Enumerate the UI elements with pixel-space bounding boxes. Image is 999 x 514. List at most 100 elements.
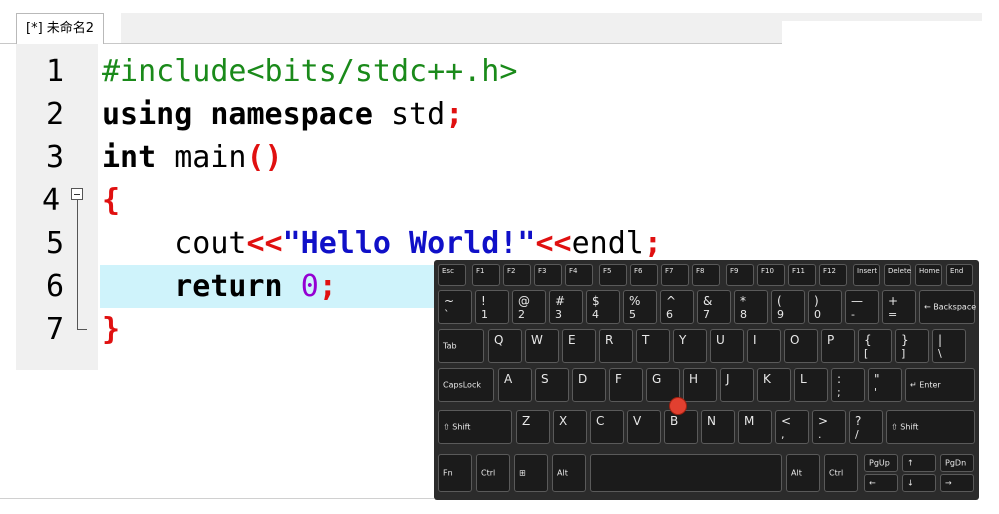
key--: — - [845,290,879,324]
key-b: B [664,410,698,444]
identifier: std [372,97,446,132]
operator: << [246,226,283,261]
key-shift-label: ? [855,414,862,428]
key-label: P [827,333,835,347]
key-label: M [744,414,755,428]
key-label: U [716,333,725,347]
key-label: PgUp [869,458,890,468]
tab-bar-extension [782,13,982,21]
key-f11: F11 [788,264,816,286]
key-shift-label: " [874,372,880,386]
key-capslock: CapsLock [438,368,494,402]
key-f: F [609,368,643,402]
key-7: & 7 [697,290,731,324]
key-shift-label: ( [777,294,782,308]
key-label: 9 [777,308,784,321]
key-label: Tab [443,341,457,351]
key-shift-label: ) [814,294,819,308]
key-shift-label: : [837,372,842,386]
key-f8: F8 [692,264,720,286]
key-label: Z [522,414,531,428]
key-shift-label: | [938,333,943,347]
key-label: X [559,414,568,428]
key-arrow-right: → [940,474,974,492]
keyboard-image: Esc F1 F2 F3 F4 F5 F6 F7 F8 F9 F10 F11 F12 Insert Dele… [434,260,979,500]
key-f9: F9 [726,264,754,286]
code-line-7: } [102,312,120,347]
line-number: 7 [45,312,64,347]
key-label: R [605,333,614,347]
key-label: C [596,414,605,428]
key-symbol: " ' [868,368,902,402]
key-label: 0 [814,308,821,321]
line-number: 3 [45,140,64,175]
key-label: Q [494,333,504,347]
key-symbol: :; [831,368,865,402]
key-label: Ctrl [829,468,844,478]
key-e: E [562,329,596,363]
key-shift-label: * [740,294,746,308]
key-ctrl: Ctrl [476,454,510,492]
key-label: H [689,372,699,386]
key-label: ` [444,308,450,321]
key-backspace: ← Backspace [919,290,977,324]
key-arrow-left: ← [864,474,898,492]
identifier: cout [102,226,247,261]
string-literal: "Hello World!" [282,226,536,261]
code-line-5: cout<<"Hello World!"<<endl; [102,226,662,261]
key-f5: F5 [599,264,627,286]
key-label: 1 [481,308,488,321]
key-label: I [753,333,757,347]
key-label: ⇧ Shift [443,422,471,432]
fold-end-marker [77,329,87,330]
windows-icon: ⊞ [519,468,526,478]
key-z: Z [516,410,550,444]
key-6: ^ 6 [660,290,694,324]
key-k: K [757,368,791,402]
file-tab[interactable]: [*] 未命名2 [16,13,105,44]
key-shift-label: $ [592,294,600,308]
key-label: F3 [538,267,547,275]
code-line-3: int main() [102,140,283,175]
line-number: 4 [41,183,60,218]
key-h: H [683,368,717,402]
key-f3: F3 [534,264,562,286]
key-symbol: {[ [858,329,892,363]
semicolon: ; [318,269,337,304]
fold-collapse-icon[interactable] [71,188,83,200]
key-shift-label: ! [481,294,486,308]
key-d: D [572,368,606,402]
key-label: = [888,308,898,321]
key-label: 5 [629,308,636,321]
key-label: L [800,372,807,386]
key-t: T [636,329,670,363]
key-label: ← Backspace [924,302,977,312]
key-shift-label: — [851,294,863,308]
key-symbol: | \ [932,329,966,363]
key-p: P [821,329,855,363]
preprocessor-directive: #include<bits/stdc++.h> [102,54,518,89]
key-windows: ⊞ [514,454,548,492]
key-label: 7 [703,308,710,321]
key-label: Ctrl [481,468,496,478]
key-4: $4 [586,290,620,324]
key-label: F10 [761,267,774,275]
code-line-6: return 0; [102,269,337,304]
key-label: F1 [476,267,485,275]
key-label: B [670,414,679,428]
semicolon: ; [643,226,662,261]
status-strip [0,498,434,514]
line-number: 5 [45,226,64,261]
key-v: V [627,410,661,444]
key-`: ~ ` [438,290,472,324]
fold-guide-line [77,200,78,330]
keyword: namespace [210,97,373,132]
key-label: F7 [665,267,674,275]
key-ctrl-right: Ctrl [824,454,858,492]
key-label: Alt [557,468,568,478]
key-x: X [553,410,587,444]
key-home: Home [915,264,942,286]
number-literal: 0 [300,269,319,304]
key-label: [ [864,347,869,360]
key-o: O [784,329,818,363]
